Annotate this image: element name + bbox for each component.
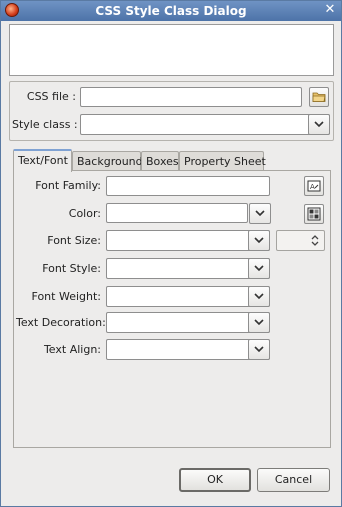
folder-icon (312, 92, 326, 102)
css-file-label: CSS file : (26, 90, 76, 103)
cancel-button[interactable]: Cancel (257, 468, 330, 492)
text-align-dropdown-button[interactable] (248, 339, 270, 360)
window-title: CSS Style Class Dialog (95, 4, 247, 18)
color-label: Color: (68, 207, 101, 220)
spinner-arrows-icon (311, 235, 319, 246)
text-font-panel: Font Family: A Color: Font Size: Font St… (13, 170, 331, 448)
font-family-input[interactable] (106, 176, 270, 196)
color-chooser-button[interactable] (304, 204, 324, 224)
color-chooser-icon (307, 207, 321, 221)
style-preview-area (9, 24, 334, 76)
font-size-combo[interactable] (106, 230, 270, 251)
text-decoration-combo[interactable] (106, 312, 270, 333)
font-style-dropdown-button[interactable] (248, 258, 270, 279)
style-class-combo[interactable] (80, 114, 330, 135)
color-dropdown-button[interactable] (249, 203, 271, 224)
css-source-group: CSS file : Style class : (9, 81, 334, 141)
chevron-down-icon (254, 265, 264, 272)
chevron-down-icon (255, 210, 265, 217)
font-weight-dropdown-button[interactable] (248, 286, 270, 307)
font-chooser-button[interactable]: A (304, 176, 324, 196)
text-align-combo[interactable] (106, 339, 270, 360)
title-bar[interactable]: CSS Style Class Dialog ✕ (1, 1, 341, 21)
font-weight-combo[interactable] (106, 286, 270, 307)
text-align-label: Text Align: (43, 343, 101, 356)
dialog-window: CSS Style Class Dialog ✕ CSS file : Styl… (0, 0, 342, 507)
chevron-down-icon (254, 237, 264, 244)
style-class-label: Style class : (12, 118, 78, 131)
browse-css-file-button[interactable] (309, 87, 329, 107)
css-file-input[interactable] (80, 87, 302, 107)
font-style-combo[interactable] (106, 258, 270, 279)
font-size-dropdown-button[interactable] (248, 230, 270, 251)
chevron-down-icon (314, 121, 324, 128)
style-class-dropdown-button[interactable] (308, 114, 330, 135)
close-icon[interactable]: ✕ (323, 3, 337, 17)
font-size-unit-spinner[interactable] (276, 230, 325, 251)
chevron-down-icon (254, 319, 264, 326)
color-input[interactable] (106, 203, 248, 223)
text-decoration-dropdown-button[interactable] (248, 312, 270, 333)
chevron-down-icon (254, 346, 264, 353)
font-chooser-icon: A (307, 180, 321, 192)
font-size-label: Font Size: (47, 234, 101, 247)
font-family-label: Font Family: (35, 179, 101, 192)
font-weight-label: Font Weight: (31, 290, 101, 303)
text-decoration-label: Text Decoration: (16, 316, 106, 329)
tab-property-sheet[interactable]: Property Sheet (179, 151, 266, 171)
tab-background[interactable]: Background (72, 151, 143, 171)
tab-boxes[interactable]: Boxes (141, 151, 179, 171)
svg-text:A: A (310, 183, 315, 191)
tab-text-font[interactable]: Text/Font (13, 149, 72, 172)
ok-button[interactable]: OK (179, 468, 251, 492)
chevron-down-icon (254, 293, 264, 300)
font-style-label: Font Style: (42, 262, 101, 275)
